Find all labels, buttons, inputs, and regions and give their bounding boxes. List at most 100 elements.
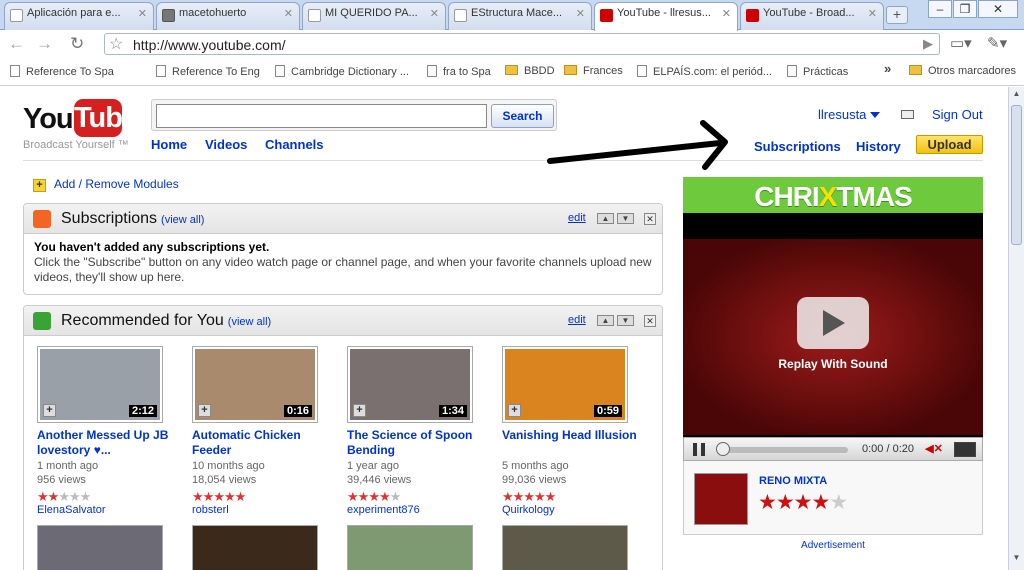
bookmarks-overflow[interactable]: » [884,61,891,76]
pause-icon[interactable] [693,443,705,456]
bookmark-label: fra to Spa [443,66,491,78]
close-icon[interactable]: ✕ [644,213,656,225]
bookmark-item[interactable]: Prácticas [787,65,848,78]
browser-tab-2[interactable]: macetohuerto ✕ [156,2,300,30]
vertical-scrollbar[interactable]: ▲ ▼ [1008,87,1024,570]
video-thumbnail[interactable]: +2:12 [37,346,163,423]
close-icon[interactable]: ✕ [644,315,656,327]
browser-tab-4[interactable]: EStructura Mace... ✕ [448,2,592,30]
scroll-thumb[interactable] [1011,105,1022,245]
view-all-link[interactable]: (view all) [228,316,271,328]
back-icon[interactable]: ← [8,34,25,54]
browser-tab-5[interactable]: YouTube - llresus... ✕ [594,2,738,31]
video-age: 1 year ago [347,460,399,472]
browser-tab-3[interactable]: MI QUERIDO PA... ✕ [302,2,446,30]
move-down-icon[interactable]: ▼ [617,315,634,326]
page-menu-icon[interactable]: ▭▾ [950,34,972,52]
video-thumbnail[interactable] [192,525,318,570]
close-window-icon[interactable]: ✕ [978,0,1018,18]
upload-button[interactable]: Upload [916,135,983,154]
subscriptions-link[interactable]: Subscriptions [754,139,841,154]
other-bookmarks[interactable]: Otros marcadores [909,65,1016,77]
fullscreen-icon[interactable] [954,442,976,457]
history-link[interactable]: History [856,139,901,154]
recommended-icon [33,312,51,330]
tab-close-icon[interactable]: ✕ [722,7,731,20]
tab-close-icon[interactable]: ✕ [576,7,585,20]
scroll-down-icon[interactable]: ▼ [1011,553,1022,565]
mute-icon[interactable]: ◀✕ [921,442,947,457]
bookmark-item[interactable]: ELPAÍS.com: el periód... [637,65,772,78]
video-thumbnail[interactable]: +0:59 [502,346,628,423]
bookmark-item[interactable]: Cambridge Dictionary ... [275,65,409,78]
nav-channels[interactable]: Channels [265,137,324,152]
new-tab-button[interactable]: + [886,6,908,24]
progress-knob[interactable] [716,442,730,456]
nav-home[interactable]: Home [151,137,187,152]
ad-banner[interactable]: CHRIXTMAS [683,177,983,213]
minimize-icon[interactable]: – [928,0,952,18]
go-icon[interactable]: ▶ [923,36,933,52]
edit-link[interactable]: edit [568,314,586,326]
star-icon: ★ [192,489,204,504]
progress-bar[interactable] [720,447,848,453]
video-thumbnail[interactable]: +1:34 [347,346,473,423]
address-bar[interactable]: ☆ http://www.youtube.com/ ▶ [104,33,940,55]
star-icon[interactable]: ☆ [109,34,123,54]
replay-with-sound[interactable]: Replay With Sound [683,357,983,371]
video-title[interactable]: Another Messed Up JB lovestory ♥... [37,428,177,458]
reload-icon[interactable]: ↻ [70,34,84,54]
add-to-queue-icon[interactable]: + [43,404,56,417]
add-to-queue-icon[interactable]: + [508,404,521,417]
video-thumbnail[interactable] [37,525,163,570]
tab-close-icon[interactable]: ✕ [868,7,877,20]
video-thumbnail[interactable] [502,525,628,570]
nav-videos[interactable]: Videos [205,137,247,152]
video-uploader[interactable]: experiment876 [347,504,420,516]
video-uploader[interactable]: robsterl [192,504,229,516]
edit-link[interactable]: edit [568,212,586,224]
move-up-icon[interactable]: ▲ [597,213,614,224]
video-uploader[interactable]: Quirkology [502,504,555,516]
browser-tab-6[interactable]: YouTube - Broad... ✕ [740,2,884,30]
sign-out-link[interactable]: Sign Out [932,107,983,122]
bookmark-item[interactable]: Reference To Eng [156,65,260,78]
maximize-icon[interactable]: ❐ [953,0,977,18]
logo-you: You [23,103,74,135]
tab-close-icon[interactable]: ✕ [430,7,439,20]
video-thumbnail[interactable] [347,525,473,570]
video-area[interactable]: Replay With Sound [683,239,983,435]
star-icon: ★ [213,489,225,504]
ad-channel-thumbnail[interactable] [694,473,748,525]
wrench-icon[interactable]: ✎▾ [987,34,1007,52]
move-up-icon[interactable]: ▲ [597,315,614,326]
browser-tab-1[interactable]: Aplicación para e... ✕ [4,2,154,30]
ad-channel-name[interactable]: RENO MIXTA [759,475,827,487]
tab-close-icon[interactable]: ✕ [284,7,293,20]
move-down-icon[interactable]: ▼ [617,213,634,224]
user-menu[interactable]: llresusta [818,107,881,122]
search-input[interactable] [156,104,487,128]
bookmark-item[interactable]: fra to Spa [427,65,491,78]
video-title[interactable]: Vanishing Head Illusion [502,428,642,443]
tab-title: YouTube - llresus... [617,7,711,19]
bookmark-item[interactable]: Frances [564,65,623,77]
forward-icon[interactable]: → [36,34,53,54]
mail-icon[interactable] [901,110,914,119]
video-duration: 0:59 [593,405,622,417]
bookmark-item[interactable]: Reference To Spa [10,65,114,78]
youtube-logo[interactable]: You Tube [23,97,138,141]
play-icon[interactable] [797,297,869,349]
add-to-queue-icon[interactable]: + [353,404,366,417]
player-controls: 0:00 / 0:20 ◀✕ [683,437,983,461]
video-title[interactable]: Automatic Chicken Feeder [192,428,332,458]
add-remove-modules[interactable]: + Add / Remove Modules [33,177,179,192]
video-uploader[interactable]: ElenaSalvator [37,504,106,516]
view-all-link[interactable]: (view all) [161,214,204,226]
video-thumbnail[interactable]: +0:16 [192,346,318,423]
add-to-queue-icon[interactable]: + [198,404,211,417]
scroll-up-icon[interactable]: ▲ [1011,89,1022,101]
bookmark-item[interactable]: BBDD [505,65,555,77]
tab-close-icon[interactable]: ✕ [138,7,147,20]
video-title[interactable]: The Science of Spoon Bending [347,428,487,458]
